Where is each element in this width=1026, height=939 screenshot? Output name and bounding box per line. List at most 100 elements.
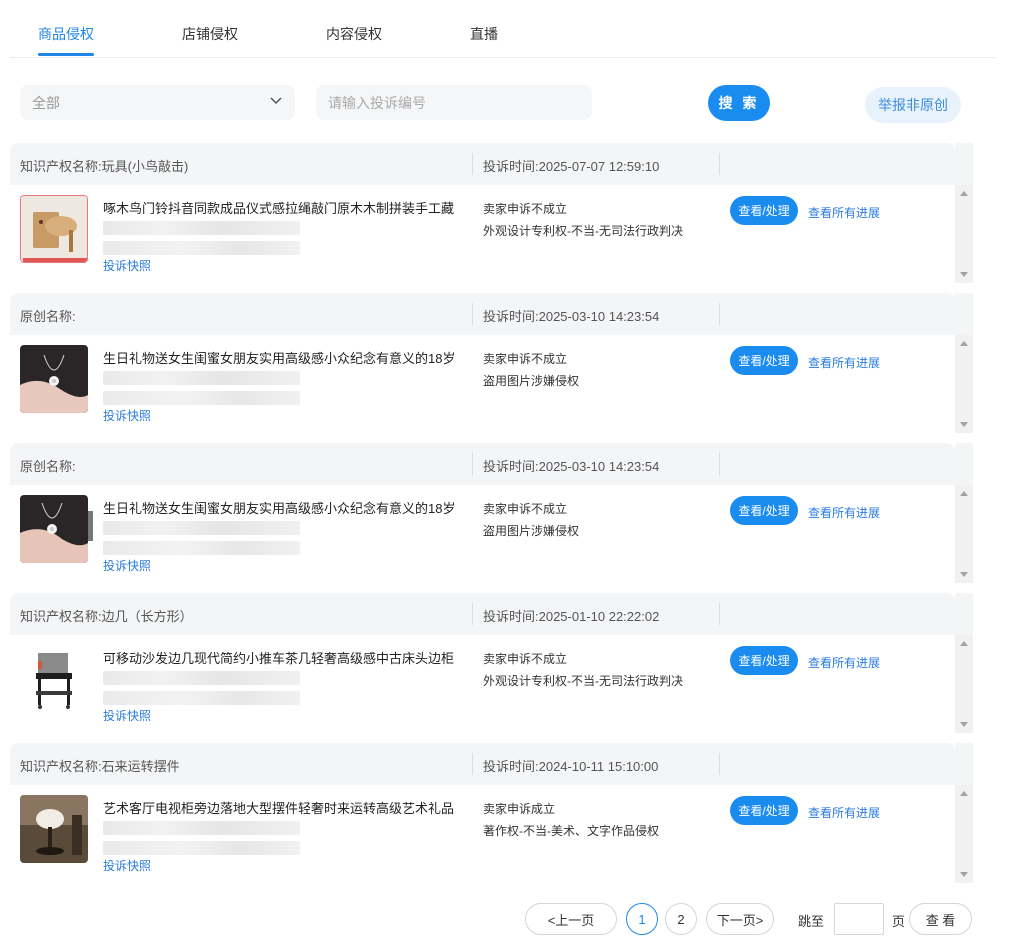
view-handle-button[interactable]: 查看/处理 <box>730 346 798 375</box>
complaint-card: 原创名称: 投诉时间:2025-03-10 14:23:54 生日礼物送女生闺蜜… <box>10 293 973 433</box>
redacted-text <box>103 671 300 685</box>
scroll-down-arrow-icon[interactable] <box>960 722 968 727</box>
card-scrollbar[interactable] <box>955 485 973 583</box>
complaint-time: 投诉时间:2025-07-07 12:59:10 <box>483 159 660 174</box>
complaint-reason: 盗用图片涉嫌侵权 <box>483 374 580 388</box>
complaint-time: 投诉时间:2025-03-10 14:23:54 <box>483 309 660 324</box>
scroll-down-arrow-icon[interactable] <box>960 572 968 577</box>
status-select-value: 全部 <box>32 95 60 111</box>
scroll-up-arrow-icon[interactable] <box>960 191 968 196</box>
card-scrollbar[interactable] <box>955 185 973 283</box>
scroll-down-arrow-icon[interactable] <box>960 272 968 277</box>
card-scrollbar[interactable] <box>955 335 973 433</box>
complaint-snapshot-link[interactable]: 投诉快照 <box>103 857 151 874</box>
complaint-card: 知识产权名称:石来运转摆件 投诉时间:2024-10-11 15:10:00 艺… <box>10 743 973 883</box>
complaint-card: 知识产权名称:边几（长方形） 投诉时间:2025-01-10 22:22:02 … <box>10 593 973 733</box>
page-2-button[interactable]: 2 <box>665 903 697 935</box>
complaint-snapshot-link[interactable]: 投诉快照 <box>103 407 151 424</box>
header-gutter <box>955 593 973 635</box>
go-to-page-button[interactable]: 查 看 <box>909 903 972 935</box>
card-header: 知识产权名称:边几（长方形） 投诉时间:2025-01-10 22:22:02 <box>10 593 955 635</box>
status-select[interactable]: 全部 <box>20 85 295 120</box>
view-all-progress-link[interactable]: 查看所有进展 <box>808 354 880 371</box>
card-body: 艺术客厅电视柜旁边落地大型摆件轻奢时来运转高级艺术礼品 投诉快照 卖家申诉成立 … <box>10 785 955 883</box>
appeal-status: 卖家申诉不成立 <box>483 202 568 216</box>
complaint-reason: 外观设计专利权-不当-无司法行政判决 <box>483 224 683 238</box>
card-body: 可移动沙发边几现代简约小推车茶几轻奢高级感中古床头边柜 投诉快照 卖家申诉不成立… <box>10 635 955 733</box>
view-all-progress-link[interactable]: 查看所有进展 <box>808 654 880 671</box>
page-1-button[interactable]: 1 <box>626 903 658 935</box>
search-button[interactable]: 搜 索 <box>708 85 770 121</box>
tab-content-infringement[interactable]: 内容侵权 <box>326 24 382 44</box>
view-handle-button[interactable]: 查看/处理 <box>730 196 798 225</box>
scroll-down-arrow-icon[interactable] <box>960 872 968 877</box>
complaint-card: 知识产权名称:玩具(小鸟敲击) 投诉时间:2025-07-07 12:59:10… <box>10 143 973 283</box>
scroll-down-arrow-icon[interactable] <box>960 422 968 427</box>
divider <box>472 603 473 625</box>
scroll-up-arrow-icon[interactable] <box>960 491 968 496</box>
complaint-reason: 外观设计专利权-不当-无司法行政判决 <box>483 674 683 688</box>
card-scrollbar[interactable] <box>955 635 973 733</box>
product-thumbnail[interactable] <box>20 645 88 713</box>
complaint-snapshot-link[interactable]: 投诉快照 <box>103 707 151 724</box>
divider <box>719 603 720 625</box>
complaint-time: 投诉时间:2025-01-10 22:22:02 <box>483 609 660 624</box>
product-thumbnail[interactable] <box>20 795 88 863</box>
tab-bar: 商品侵权 店铺侵权 内容侵权 直播 <box>10 0 996 58</box>
product-title[interactable]: 生日礼物送女生闺蜜女朋友实用高级感小众纪念有意义的18岁 <box>103 498 473 516</box>
divider <box>472 153 473 175</box>
scroll-up-arrow-icon[interactable] <box>960 341 968 346</box>
card-header: 原创名称: 投诉时间:2025-03-10 14:23:54 <box>10 443 955 485</box>
complaint-snapshot-link[interactable]: 投诉快照 <box>103 257 151 274</box>
chevron-down-icon <box>270 97 282 105</box>
page-unit-label: 页 <box>892 914 906 929</box>
product-title[interactable]: 啄木鸟门铃抖音同款成品仪式感拉绳敲门原木木制拼装手工藏 <box>103 198 473 216</box>
redacted-text <box>103 821 300 835</box>
scroll-up-arrow-icon[interactable] <box>960 791 968 796</box>
product-title[interactable]: 生日礼物送女生闺蜜女朋友实用高级感小众纪念有意义的18岁 <box>103 348 473 366</box>
card-header: 知识产权名称:玩具(小鸟敲击) 投诉时间:2025-07-07 12:59:10 <box>10 143 955 185</box>
product-thumbnail[interactable] <box>20 495 88 563</box>
card-header: 知识产权名称:石来运转摆件 投诉时间:2024-10-11 15:10:00 <box>10 743 955 785</box>
tab-live[interactable]: 直播 <box>470 24 498 44</box>
view-handle-button[interactable]: 查看/处理 <box>730 496 798 525</box>
report-non-original-button[interactable]: 举报非原创 <box>865 87 961 123</box>
redacted-text <box>103 541 300 555</box>
redacted-text <box>103 521 300 535</box>
redacted-text <box>103 391 300 405</box>
divider <box>719 753 720 775</box>
tab-shop-infringement[interactable]: 店铺侵权 <box>182 24 238 44</box>
product-thumbnail[interactable] <box>20 195 88 263</box>
complaint-number-input[interactable] <box>316 85 592 120</box>
jump-page-input[interactable] <box>834 903 884 935</box>
complaint-reason: 盗用图片涉嫌侵权 <box>483 524 580 538</box>
product-title[interactable]: 艺术客厅电视柜旁边落地大型摆件轻奢时来运转高级艺术礼品 <box>103 798 473 816</box>
scroll-up-arrow-icon[interactable] <box>960 641 968 646</box>
header-gutter <box>955 443 973 485</box>
product-title[interactable]: 可移动沙发边几现代简约小推车茶几轻奢高级感中古床头边柜 <box>103 648 473 666</box>
view-handle-button[interactable]: 查看/处理 <box>730 646 798 675</box>
view-handle-button[interactable]: 查看/处理 <box>730 796 798 825</box>
redacted-text <box>103 371 300 385</box>
side-table-product-image <box>20 645 88 713</box>
ip-name: 知识产权名称:边几（长方形） <box>20 609 193 624</box>
redacted-text <box>103 221 300 235</box>
view-all-progress-link[interactable]: 查看所有进展 <box>808 504 880 521</box>
complaint-snapshot-link[interactable]: 投诉快照 <box>103 557 151 574</box>
tab-product-infringement[interactable]: 商品侵权 <box>38 24 94 44</box>
header-gutter <box>955 743 973 785</box>
original-name: 原创名称: <box>20 309 76 324</box>
next-page-button[interactable]: 下一页> <box>706 903 774 935</box>
card-body: 生日礼物送女生闺蜜女朋友实用高级感小众纪念有意义的18岁 投诉快照 卖家申诉不成… <box>10 335 955 433</box>
divider <box>472 453 473 475</box>
card-scrollbar[interactable] <box>955 785 973 883</box>
view-all-progress-link[interactable]: 查看所有进展 <box>808 204 880 221</box>
complaint-time: 投诉时间:2025-03-10 14:23:54 <box>483 459 660 474</box>
redacted-text <box>103 691 300 705</box>
complaint-time: 投诉时间:2024-10-11 15:10:00 <box>483 759 659 774</box>
product-thumbnail[interactable] <box>20 345 88 413</box>
prev-page-button[interactable]: <上一页 <box>525 903 617 935</box>
redacted-text <box>103 841 300 855</box>
view-all-progress-link[interactable]: 查看所有进展 <box>808 804 880 821</box>
image-edge-marker <box>88 511 93 541</box>
